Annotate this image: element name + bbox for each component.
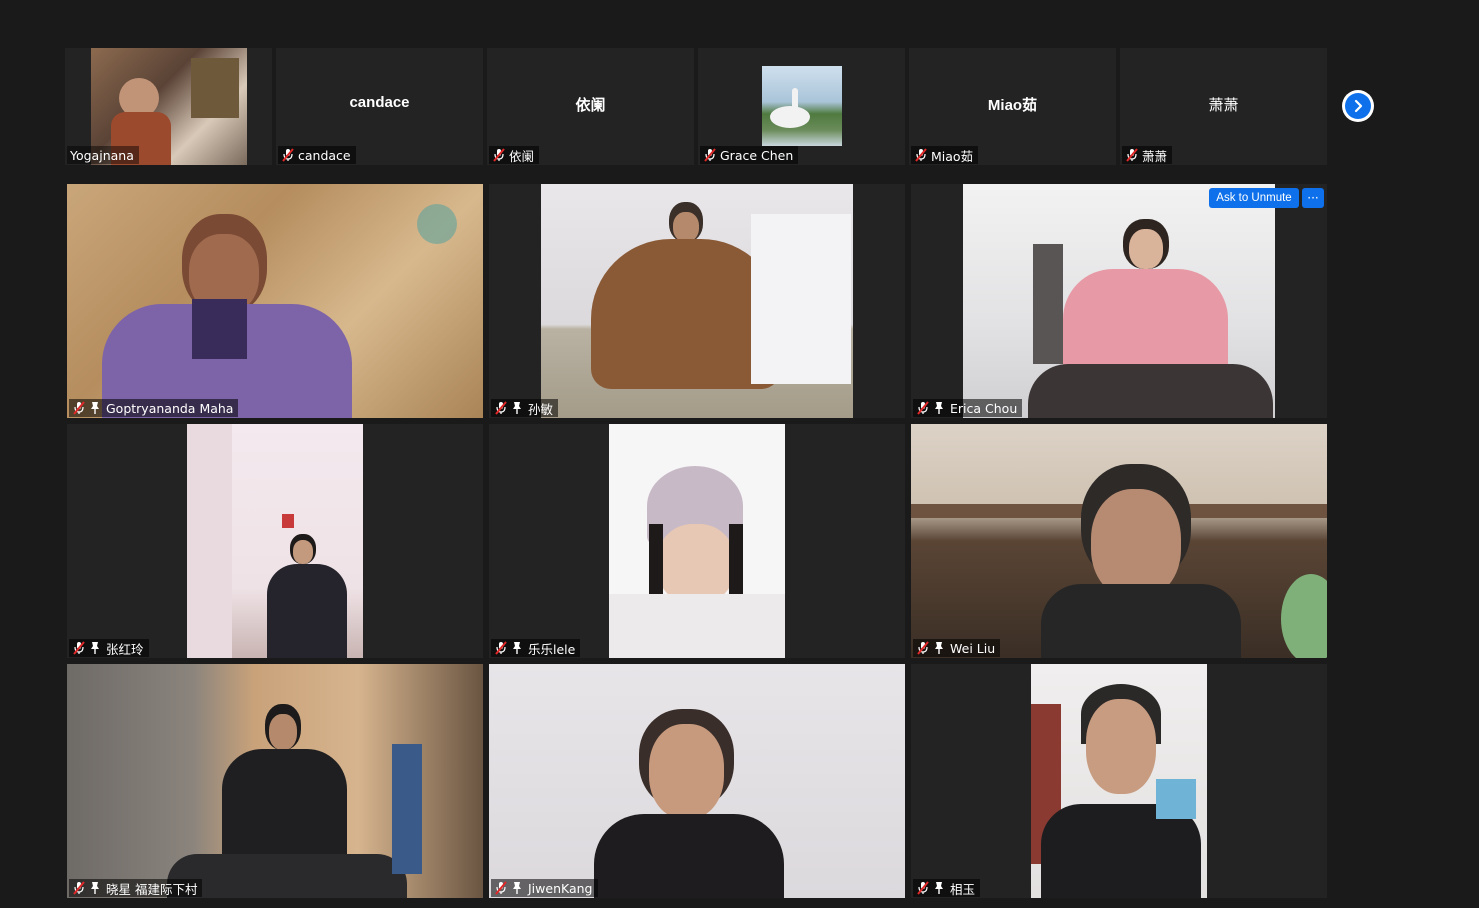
participant-name: Miao茹	[931, 148, 974, 164]
participant-name: 相玉	[950, 881, 976, 897]
pin-icon	[511, 881, 523, 895]
participant-name: Erica Chou	[950, 400, 1018, 416]
muted-mic-icon	[916, 881, 930, 895]
muted-mic-icon	[492, 148, 506, 162]
pin-icon	[933, 641, 945, 655]
participant-name: 乐乐lele	[528, 641, 576, 657]
strip-tile-grace-chen[interactable]: Grace Chen	[698, 48, 905, 165]
strip-tile-miao[interactable]: Miao茹 Miao茹	[909, 48, 1116, 165]
pin-icon	[89, 881, 101, 895]
pin-icon	[933, 881, 945, 895]
participant-display-name: Miao茹	[987, 97, 1038, 114]
participant-name: 张红玲	[106, 641, 144, 657]
participant-name-tag: Wei Liu	[913, 639, 1001, 657]
pin-icon	[933, 401, 945, 415]
participant-video	[489, 664, 905, 898]
pin-icon	[89, 401, 101, 415]
video-tile-xiaoxing[interactable]: 晓星 福建际下村	[67, 664, 483, 898]
video-tile-erica-chou[interactable]: Erica Chou	[911, 184, 1327, 418]
video-tile-wei-liu[interactable]: Wei Liu	[911, 424, 1327, 658]
participant-name: Yogajnana	[70, 147, 134, 163]
participant-display-name: 萧萧	[1208, 97, 1239, 114]
strip-tile-candace[interactable]: candace candace	[276, 48, 483, 165]
participant-name: candace	[298, 147, 351, 163]
pin-icon	[511, 401, 523, 415]
participant-name-tag: 晓星 福建际下村	[69, 879, 203, 897]
muted-mic-icon	[72, 401, 86, 415]
muted-mic-icon	[1125, 148, 1139, 162]
participant-name-tag: 乐乐lele	[491, 639, 581, 657]
muted-mic-icon	[494, 881, 508, 895]
participant-video	[67, 184, 483, 418]
participant-name: 晓星 福建际下村	[106, 881, 198, 897]
participant-name: JiwenKang	[528, 880, 593, 896]
participant-name-tag: Miao茹	[911, 146, 979, 164]
video-tile-xiangyu[interactable]: 相玉	[911, 664, 1327, 898]
participant-name: 萧萧	[1142, 148, 1168, 164]
participant-name: Wei Liu	[950, 640, 996, 656]
participant-name-tag: Erica Chou	[913, 399, 1023, 417]
muted-mic-icon	[914, 148, 928, 162]
chevron-right-icon	[1345, 93, 1371, 119]
participant-name-tag: Goptryananda Maha	[69, 399, 239, 417]
participant-name-tag: JiwenKang	[491, 879, 598, 897]
profile-picture	[762, 66, 842, 146]
participant-video	[609, 424, 785, 658]
muted-mic-icon	[703, 148, 717, 162]
participant-display-name: 依阑	[575, 97, 606, 114]
participant-name-tag: 依阑	[489, 146, 540, 164]
participant-name: 依阑	[509, 148, 535, 164]
participant-name-tag: 孙敏	[491, 399, 559, 417]
muted-mic-icon	[72, 881, 86, 895]
participant-video	[963, 184, 1275, 418]
video-tile-zhanghongling[interactable]: 张红玲	[67, 424, 483, 658]
participant-name-tag: Yogajnana	[67, 146, 139, 164]
participant-name: Goptryananda Maha	[106, 400, 234, 416]
muted-mic-icon	[494, 401, 508, 415]
participant-name-tag: Grace Chen	[700, 146, 799, 164]
muted-mic-icon	[494, 641, 508, 655]
participant-name: Grace Chen	[720, 147, 794, 163]
participant-display-name: candace	[349, 94, 410, 111]
participant-name: 孙敏	[528, 401, 554, 417]
muted-mic-icon	[72, 641, 86, 655]
muted-mic-icon	[916, 641, 930, 655]
participant-video	[541, 184, 853, 418]
video-tile-goptryananda[interactable]: Goptryananda Maha	[67, 184, 483, 418]
muted-mic-icon	[916, 401, 930, 415]
more-options-button[interactable]: ···	[1302, 188, 1324, 208]
participant-name-tag: 张红玲	[69, 639, 149, 657]
participant-video	[1031, 664, 1207, 898]
ask-to-unmute-button[interactable]: Ask to Unmute	[1209, 188, 1299, 208]
muted-mic-icon	[281, 148, 295, 162]
video-tile-lele[interactable]: 乐乐lele	[489, 424, 905, 658]
pin-icon	[511, 641, 523, 655]
participant-video	[67, 664, 483, 898]
video-tile-sunmin[interactable]: 孙敏	[489, 184, 905, 418]
participant-video	[187, 424, 363, 658]
next-page-button[interactable]	[1342, 90, 1374, 122]
participant-name-tag: 相玉	[913, 879, 981, 897]
strip-tile-yogajnana[interactable]: Yogajnana	[65, 48, 272, 165]
video-tile-jiwenkang[interactable]: JiwenKang	[489, 664, 905, 898]
strip-tile-yilan[interactable]: 依阑 依阑	[487, 48, 694, 165]
participant-name-tag: candace	[278, 146, 356, 164]
strip-tile-xiaoxiao[interactable]: 萧萧 萧萧	[1120, 48, 1327, 165]
participant-name-tag: 萧萧	[1122, 146, 1173, 164]
participant-video	[911, 424, 1327, 658]
pin-icon	[89, 641, 101, 655]
